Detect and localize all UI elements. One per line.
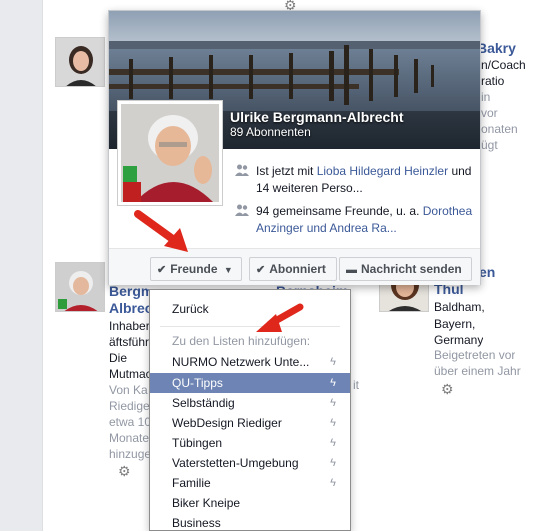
smart-list-icon: ϟ (330, 417, 336, 429)
now-friends-info: Ist jetzt mit Lioba Hildegard Heinzler u… (235, 163, 480, 197)
subscribed-button-label: Abonniert (269, 262, 326, 276)
add-to-lists-hint: Zu den Listen hinzufügen: (172, 334, 311, 348)
list-item[interactable]: Vaterstetten-Umgebung ϟ (150, 453, 350, 473)
list-item[interactable]: Tübingen ϟ (150, 433, 350, 453)
check-icon: ✔ (256, 264, 266, 276)
list-item[interactable]: NURMO Netzwerk Unte... ϟ (150, 352, 350, 372)
friend-name[interactable]: en (479, 264, 519, 280)
profile-picture[interactable] (117, 100, 223, 206)
mutual-friends-info: 94 gemeinsame Freunde, u. a. Dorothea An… (235, 203, 480, 237)
list-item-label: Vaterstetten-Umgebung (172, 456, 299, 470)
friend-info-line: ügt (481, 138, 498, 152)
avatar[interactable] (55, 37, 105, 87)
friend-info-line: über einem Jahr (434, 364, 521, 378)
friend-name[interactable]: Bakry (477, 40, 546, 56)
list-item[interactable]: Familie ϟ (150, 473, 350, 493)
list-item-label: WebDesign Riediger (172, 416, 282, 430)
friends-icon (235, 204, 249, 216)
gear-icon[interactable]: ⚙ (118, 463, 131, 480)
back-menu-item[interactable]: Zurück (150, 299, 350, 319)
list-item[interactable]: QU-Tipps ϟ (150, 373, 350, 393)
message-icon: ▬ (346, 264, 357, 276)
red-pointer-arrow (256, 303, 304, 332)
smart-list-icon: ϟ (330, 457, 336, 469)
list-item-label: Business (172, 516, 221, 530)
subscribed-button[interactable]: ✔ Abonniert (249, 257, 337, 281)
friend-lists-menu: Zurück Zu den Listen hinzufügen: NURMO N… (149, 289, 351, 531)
smart-list-icon: ϟ (330, 356, 336, 368)
friend-info-line: it (353, 378, 359, 392)
gear-icon[interactable]: ⚙ (441, 381, 454, 398)
list-item-label: Tübingen (172, 436, 223, 450)
list-item-label: Familie (172, 476, 211, 490)
check-icon: ✔ (157, 264, 167, 276)
red-pointer-arrow (134, 210, 188, 252)
now-friends-prefix: Ist jetzt mit (256, 164, 317, 178)
list-item[interactable]: Biker Kneipe (150, 493, 350, 513)
smart-list-icon: ϟ (330, 397, 336, 409)
friend-info-line: Baldham, (434, 300, 485, 314)
friend-info-line: hinzuge (109, 447, 149, 461)
avatar[interactable] (55, 262, 105, 312)
list-item-label: NURMO Netzwerk Unte... (172, 355, 310, 369)
friends-icon (235, 164, 249, 176)
list-item-label: QU-Tipps (172, 376, 223, 390)
profile-name[interactable]: Ulrike Bergmann-Albrecht (230, 109, 403, 125)
list-item-label: Biker Kneipe (172, 496, 241, 510)
friends-button[interactable]: ✔ Freunde ▼ (150, 257, 242, 281)
mutual-friends-prefix[interactable]: 94 gemeinsame Freunde, u. a. (256, 204, 423, 218)
friend-name[interactable]: Albrec (109, 300, 149, 316)
chevron-down-icon: ▼ (223, 265, 233, 275)
friend-link[interactable]: Lioba Hildegard Heinzler (317, 164, 448, 178)
friend-name[interactable]: Bergma (109, 283, 149, 299)
list-item-label: Selbständig (172, 396, 235, 410)
list-item[interactable]: WebDesign Riediger ϟ (150, 413, 350, 433)
subscriber-count[interactable]: 89 Abonnenten (230, 125, 311, 139)
smart-list-icon: ϟ (330, 437, 336, 449)
friends-button-label: Freunde (170, 262, 218, 276)
send-message-label: Nachricht senden (361, 262, 462, 276)
list-item[interactable]: Business (150, 513, 350, 531)
send-message-button[interactable]: ▬ Nachricht senden (339, 257, 472, 281)
smart-list-icon: ϟ (330, 477, 336, 489)
list-item[interactable]: Selbständig ϟ (150, 393, 350, 413)
menu-divider (160, 326, 340, 327)
smart-list-icon: ϟ (330, 377, 336, 389)
